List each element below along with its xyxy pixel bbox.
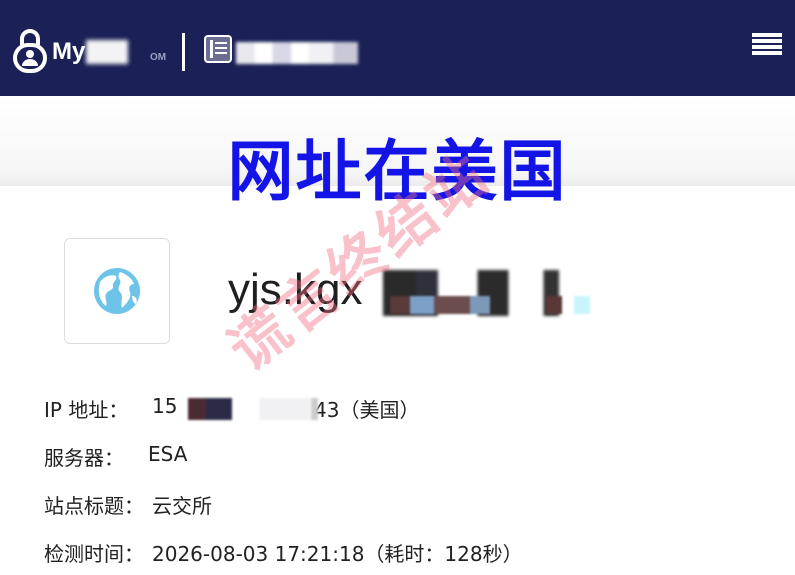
redacted-ip bbox=[188, 398, 318, 420]
ip-label: IP 地址： bbox=[44, 398, 129, 422]
brand-suffix: OM bbox=[150, 52, 167, 63]
site-title-row: 站点标题： 云交所 bbox=[44, 490, 212, 519]
check-time-label: 检测时间： bbox=[44, 542, 144, 566]
server-row: 服务器： ESA bbox=[44, 442, 187, 471]
server-value: ESA bbox=[148, 442, 188, 466]
site-title-label: 站点标题： bbox=[44, 494, 144, 518]
ip-row: IP 地址： 15 43（美国） bbox=[44, 394, 419, 423]
ip-value-start: 15 bbox=[152, 394, 178, 418]
brand-name[interactable]: My bbox=[52, 38, 85, 66]
hamburger-menu-icon[interactable] bbox=[752, 33, 782, 59]
document-tool-icon[interactable] bbox=[203, 34, 233, 64]
header-divider bbox=[182, 33, 185, 71]
banner-title: 网址在美国 bbox=[227, 133, 568, 210]
site-title-value: 云交所 bbox=[152, 494, 212, 518]
server-label: 服务器： bbox=[44, 446, 124, 470]
check-time-value: 2026-08-03 17:21:18（耗时：128秒） bbox=[152, 542, 523, 566]
globe-icon bbox=[94, 268, 140, 314]
ip-value-end: 43（美国） bbox=[314, 398, 420, 422]
redacted-brand bbox=[86, 40, 128, 64]
redacted-site-name bbox=[236, 42, 358, 64]
check-time-row: 检测时间： 2026-08-03 17:21:18（耗时：128秒） bbox=[44, 538, 523, 567]
padlock-user-icon[interactable] bbox=[12, 27, 48, 73]
redacted-domain-lower bbox=[390, 296, 590, 314]
site-domain: yjs.kgx bbox=[228, 265, 363, 314]
site-icon-box bbox=[64, 238, 170, 344]
top-navbar: My OM bbox=[0, 0, 795, 96]
